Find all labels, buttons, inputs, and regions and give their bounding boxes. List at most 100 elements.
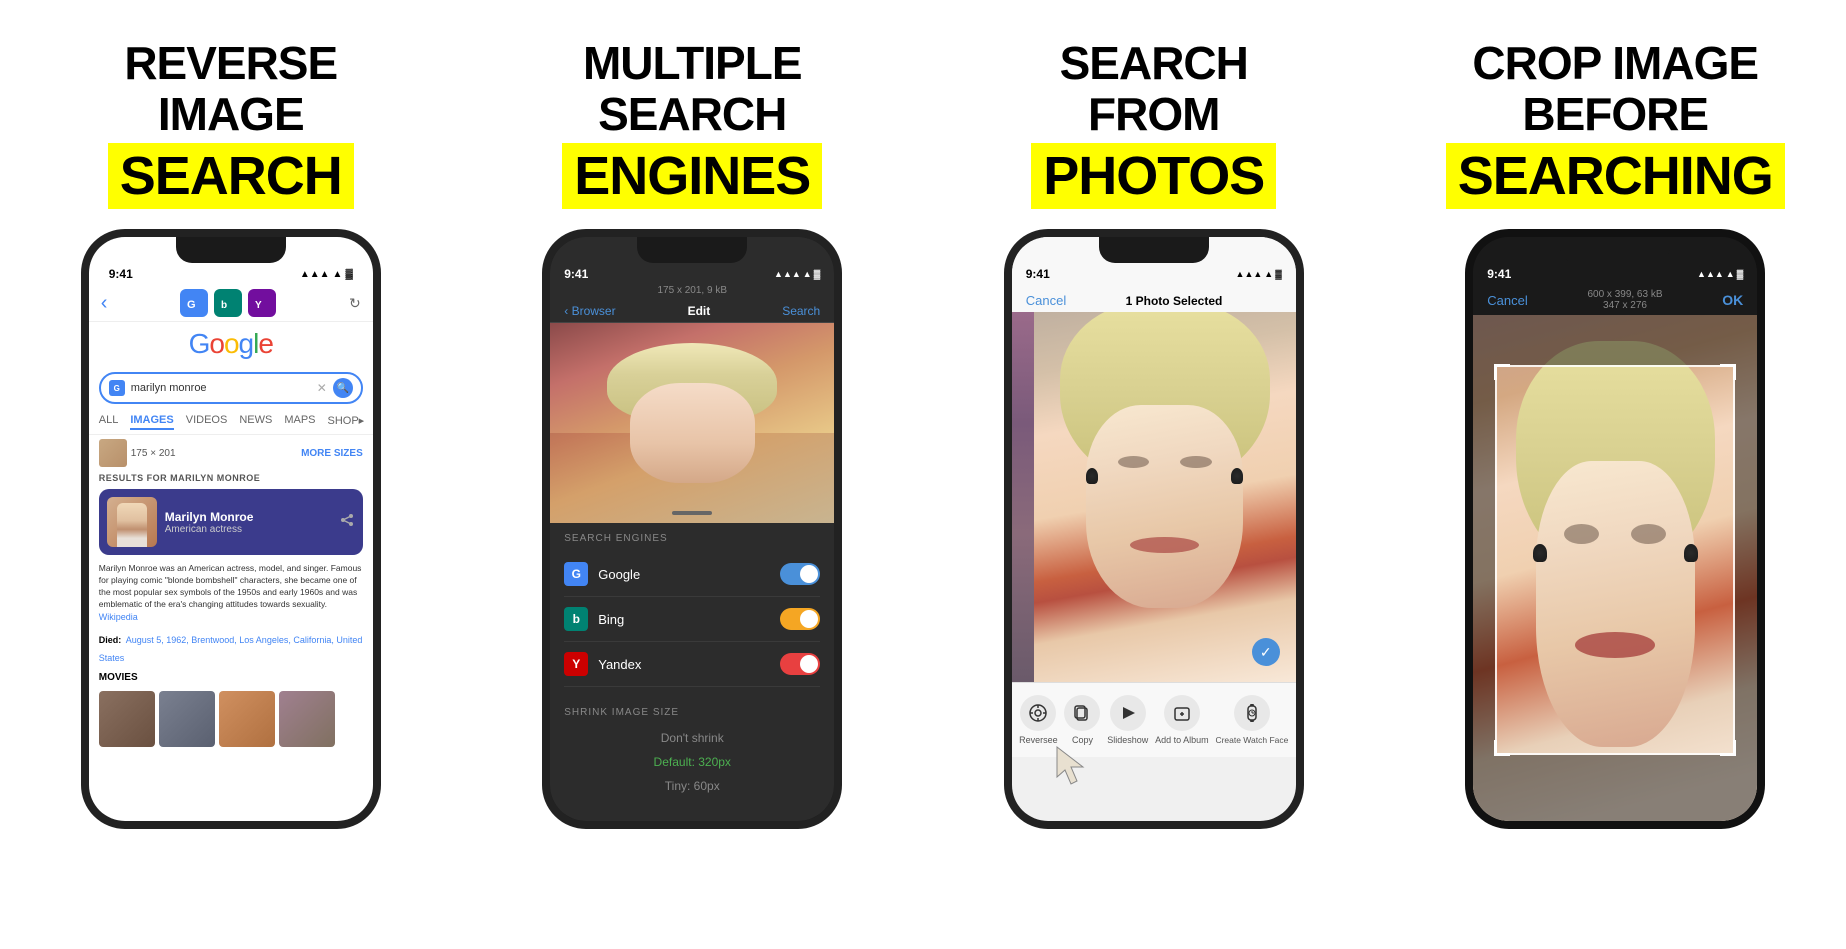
shrink-opt3[interactable]: Tiny: 60px — [564, 774, 820, 798]
battery-2: ▓ — [814, 269, 821, 279]
movie-thumb-2 — [159, 691, 215, 747]
yandex-row-left: Y Yandex — [564, 652, 641, 676]
shrink-label: SHRINK IMAGE SIZE — [564, 707, 820, 718]
yandex-toggle[interactable] — [780, 653, 820, 675]
overlay-left — [1473, 365, 1495, 755]
google-engine-icon[interactable]: G — [180, 289, 208, 317]
share-icon[interactable] — [339, 512, 355, 533]
tab-images[interactable]: IMAGES — [130, 414, 173, 430]
crop-image-area — [1473, 315, 1757, 821]
panel3-title2: FROM — [1088, 89, 1219, 140]
action-watch-face[interactable]: Create Watch Face — [1215, 695, 1288, 745]
yandex-engine-name: Yandex — [598, 657, 641, 672]
tab-shop[interactable]: SHOP▸ — [328, 414, 365, 430]
engine-yandex-row: Y Yandex — [564, 642, 820, 687]
panel4-title1: CROP IMAGE — [1472, 38, 1758, 89]
action-copy[interactable]: Copy — [1064, 695, 1100, 745]
shrink-opt1[interactable]: Don't shrink — [564, 726, 820, 750]
bing-toggle[interactable] — [780, 608, 820, 630]
marilyn-name: Marilyn Monroe — [165, 510, 254, 524]
status-icons-4: ▲▲▲ ▲ ▓ — [1697, 267, 1743, 281]
engines-section-label: SEARCH ENGINES — [564, 533, 820, 544]
action-add-album[interactable]: Add to Album — [1155, 695, 1209, 745]
phone1-screen: 9:41 ▲▲▲ ▲ ▓ ‹ G b Y — [89, 237, 373, 821]
add-album-label: Add to Album — [1155, 735, 1209, 745]
tab-news[interactable]: NEWS — [239, 414, 272, 430]
cancel-btn-4[interactable]: Cancel — [1487, 293, 1527, 308]
wifi-4: ▲ — [1726, 269, 1735, 279]
search-label-2[interactable]: Search — [782, 304, 820, 318]
back-icon[interactable]: ‹ — [101, 292, 108, 315]
panel2-highlight: ENGINES — [562, 143, 822, 209]
status-icons-2: ▲▲▲ ▲ ▓ — [774, 267, 820, 281]
yahoo-engine-icon[interactable]: Y — [248, 289, 276, 317]
crop-handle-bl[interactable] — [1494, 740, 1510, 756]
crop-handle-tr[interactable] — [1720, 364, 1736, 380]
strip-left — [1012, 312, 1034, 682]
phone2-screen: 9:41 ▲▲▲ ▲ ▓ 175 x 201, 9 kB ‹ Browser E… — [550, 237, 834, 821]
phone-2: 9:41 ▲▲▲ ▲ ▓ 175 x 201, 9 kB ‹ Browser E… — [542, 229, 842, 829]
refresh-icon[interactable]: ↻ — [349, 295, 361, 312]
tab-videos[interactable]: VIDEOS — [186, 414, 228, 430]
shrink-section: SHRINK IMAGE SIZE Don't shrink Default: … — [550, 697, 834, 808]
google-logo: Google — [89, 322, 373, 366]
movie-thumb-3 — [219, 691, 275, 747]
time-1: 9:41 — [109, 267, 133, 281]
action-reversee[interactable]: Reversee — [1019, 695, 1058, 745]
slideshow-icon — [1110, 695, 1146, 731]
panel2-title1: MULTIPLE — [583, 38, 802, 89]
cursor-area — [1012, 757, 1296, 777]
battery-icon: ▓ — [345, 269, 352, 280]
crop-handle-br[interactable] — [1720, 740, 1736, 756]
panel3-highlight: PHOTOS — [1031, 143, 1276, 209]
cancel-btn-3[interactable]: Cancel — [1026, 293, 1066, 308]
ok-btn[interactable]: OK — [1722, 292, 1743, 308]
marilyn-knowledge-card[interactable]: Marilyn Monroe American actress — [99, 489, 363, 555]
crop-border[interactable] — [1495, 365, 1735, 755]
notch-4 — [1560, 237, 1670, 263]
search-bar[interactable]: G marilyn monroe ✕ 🔍 — [99, 372, 363, 404]
image-dims: 175 x 201, 9 kB — [550, 285, 834, 300]
clear-icon[interactable]: ✕ — [317, 381, 327, 395]
marilyn-card-thumb — [107, 497, 157, 547]
crop-dims-center: 600 x 399, 63 kB 347 x 276 — [1587, 289, 1662, 311]
google-engine-name: Google — [598, 567, 640, 582]
bing-engine-icon[interactable]: b — [214, 289, 242, 317]
tab-all[interactable]: ALL — [99, 414, 119, 430]
overlay-right — [1735, 365, 1757, 755]
image-info-row: 175 × 201 MORE SIZES — [89, 435, 373, 471]
bing-row-left: b Bing — [564, 607, 624, 631]
selected-checkmark: ✓ — [1252, 638, 1280, 666]
nav-bar-2: ‹ Browser Edit Search — [550, 300, 834, 323]
action-slideshow[interactable]: Slideshow — [1107, 695, 1148, 745]
wiki-link[interactable]: Wikipedia — [99, 612, 138, 622]
image-thumb-row: 175 × 201 — [99, 439, 176, 467]
google-toggle[interactable] — [780, 563, 820, 585]
engine-bing-row: b Bing — [564, 597, 820, 642]
drag-handle[interactable] — [672, 511, 712, 515]
image-thumb-small — [99, 439, 127, 467]
died-label: Died: — [99, 635, 122, 645]
died-value: August 5, 1962, — [126, 635, 192, 645]
yandex-icon: Y — [564, 652, 588, 676]
wifi-3: ▲ — [1264, 269, 1273, 279]
tab-maps[interactable]: MAPS — [284, 414, 315, 430]
crop-handle-tl[interactable] — [1494, 364, 1510, 380]
panel4-highlight: SEARCHING — [1446, 143, 1785, 209]
crop-full-dims: 600 x 399, 63 kB — [1587, 289, 1662, 300]
browser-back[interactable]: ‹ Browser — [564, 304, 615, 318]
bing-icon: b — [564, 607, 588, 631]
more-sizes-link[interactable]: MORE SIZES — [301, 448, 363, 459]
preview-image — [550, 323, 834, 523]
edit-label[interactable]: Edit — [688, 304, 711, 318]
panel1-title2: IMAGE — [158, 89, 304, 140]
image-dimensions: 175 × 201 — [131, 448, 176, 459]
search-button[interactable]: 🔍 — [333, 378, 353, 398]
time-2: 9:41 — [564, 267, 588, 281]
google-icon: G — [564, 562, 588, 586]
marilyn-subtitle: American actress — [165, 524, 254, 535]
engines-section: SEARCH ENGINES G Google b — [550, 523, 834, 697]
notch-3 — [1099, 237, 1209, 263]
slideshow-label: Slideshow — [1107, 735, 1148, 745]
shrink-opt2[interactable]: Default: 320px — [564, 750, 820, 774]
